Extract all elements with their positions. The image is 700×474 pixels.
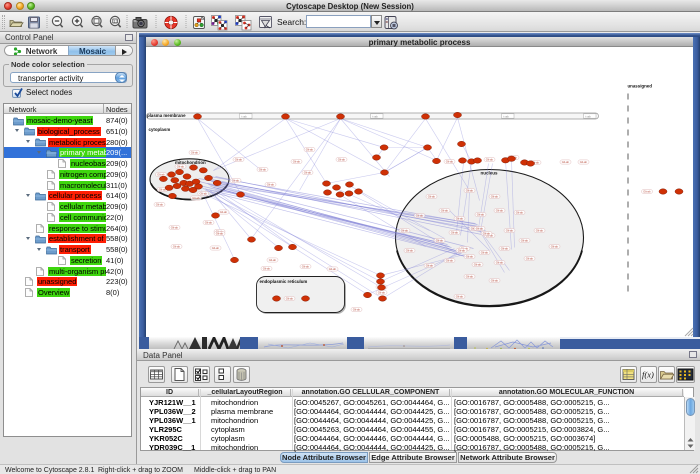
- svg-text:Glt-ab: Glt-ab: [516, 211, 524, 215]
- svg-text:Glt-ab: Glt-ab: [466, 275, 474, 279]
- svg-text:Glt-ab: Glt-ab: [329, 267, 337, 271]
- svg-text:Glt-ab: Glt-ab: [536, 229, 544, 233]
- svg-text:Glt-ab: Glt-ab: [456, 217, 464, 221]
- svg-text:plasma membrane: plasma membrane: [147, 113, 186, 118]
- svg-text:unassigned: unassigned: [628, 84, 653, 89]
- svg-text:Glt-ab: Glt-ab: [446, 259, 454, 263]
- svg-text:Glt-ab: Glt-ab: [521, 239, 529, 243]
- svg-text:Glt-ab: Glt-ab: [643, 190, 651, 194]
- svg-text:Glt-ab: Glt-ab: [458, 249, 466, 253]
- svg-text:Glt-ab: Glt-ab: [191, 151, 199, 155]
- svg-text:Glt-ab: Glt-ab: [269, 258, 277, 262]
- svg-text:Glt-ab: Glt-ab: [216, 232, 224, 236]
- svg-text:Glt-ab: Glt-ab: [173, 245, 181, 249]
- svg-text:Glt-ab: Glt-ab: [200, 192, 208, 196]
- svg-text:Glt-ab: Glt-ab: [436, 239, 444, 243]
- svg-text:Glt-ab: Glt-ab: [466, 255, 474, 259]
- svg-text:Glt-ab: Glt-ab: [456, 295, 464, 299]
- svg-text:Glt-ab: Glt-ab: [551, 245, 559, 249]
- svg-text:Glt-ab: Glt-ab: [306, 148, 314, 152]
- svg-text:endoplasmic reticulum: endoplasmic reticulum: [260, 279, 308, 284]
- svg-text:Glt-ab: Glt-ab: [286, 297, 294, 301]
- svg-text:Glt-ab: Glt-ab: [192, 196, 200, 200]
- svg-text:t-ab: t-ab: [504, 114, 510, 118]
- svg-text:Glt-ab: Glt-ab: [259, 168, 267, 172]
- svg-text:Glt-ab: Glt-ab: [562, 160, 570, 164]
- svg-text:1:1: 1:1: [114, 19, 119, 23]
- svg-text:Glt-ab: Glt-ab: [212, 246, 220, 250]
- svg-text:Glt-ab: Glt-ab: [428, 195, 436, 199]
- svg-text:cytoplasm: cytoplasm: [149, 127, 171, 132]
- svg-text:Glt-ab: Glt-ab: [466, 189, 474, 193]
- svg-text:Glt-ab: Glt-ab: [220, 210, 228, 214]
- svg-text:Glt-ab: Glt-ab: [474, 263, 482, 267]
- svg-text:Glt-ab: Glt-ab: [486, 158, 494, 162]
- svg-text:Glt-ab: Glt-ab: [205, 221, 213, 225]
- svg-text:Glt-ab: Glt-ab: [477, 213, 485, 217]
- svg-text:Glt-ab: Glt-ab: [496, 209, 504, 213]
- svg-text:Glt-ab: Glt-ab: [481, 251, 489, 255]
- svg-text:Glt-ab: Glt-ab: [441, 209, 449, 213]
- svg-text:Glt-ab: Glt-ab: [526, 257, 534, 261]
- svg-text:Glt-ab: Glt-ab: [491, 195, 499, 199]
- svg-text:Glt-ab: Glt-ab: [302, 265, 310, 269]
- svg-text:Glt-ab: Glt-ab: [476, 227, 484, 231]
- svg-text:Glt-ab: Glt-ab: [496, 261, 504, 265]
- svg-text:Glt-ab: Glt-ab: [483, 232, 491, 236]
- svg-text:Glt-ab: Glt-ab: [401, 229, 409, 233]
- svg-text:Glt-ab: Glt-ab: [263, 267, 271, 271]
- svg-text:Glt-ab: Glt-ab: [580, 160, 588, 164]
- svg-text:Glt-ab: Glt-ab: [446, 160, 454, 164]
- svg-text:Glt-ab: Glt-ab: [293, 160, 301, 164]
- svg-text:t-ab: t-ab: [373, 114, 379, 118]
- svg-text:Glt-ab: Glt-ab: [416, 214, 424, 218]
- svg-text:Glt-ab: Glt-ab: [171, 226, 179, 230]
- svg-text:Glt-ab: Glt-ab: [491, 279, 499, 283]
- svg-text:nucleus: nucleus: [481, 171, 499, 176]
- svg-text:Glt-ab: Glt-ab: [451, 231, 459, 235]
- svg-text:Glt-ab: Glt-ab: [506, 229, 514, 233]
- svg-text:Glt-ab: Glt-ab: [501, 247, 509, 251]
- svg-text:Glt-ab: Glt-ab: [378, 291, 386, 295]
- svg-text:Glt-ab: Glt-ab: [235, 158, 243, 162]
- svg-text:Glt-ab: Glt-ab: [156, 203, 164, 207]
- svg-text:Glt-ab: Glt-ab: [232, 179, 240, 183]
- svg-text:t-ab: t-ab: [242, 114, 248, 118]
- svg-text:f(x): f(x): [642, 370, 654, 380]
- svg-text:Glt-ab: Glt-ab: [353, 308, 361, 312]
- svg-text:Glt-ab: Glt-ab: [406, 249, 414, 253]
- svg-text:Glt-ab: Glt-ab: [426, 264, 434, 268]
- svg-text:t-ab: t-ab: [586, 114, 592, 118]
- svg-text:Glt-ab: Glt-ab: [177, 165, 185, 169]
- svg-text:Glt-ab: Glt-ab: [267, 183, 275, 187]
- svg-text:Glt-ab: Glt-ab: [338, 158, 346, 162]
- svg-text:Glt-ab: Glt-ab: [304, 171, 312, 175]
